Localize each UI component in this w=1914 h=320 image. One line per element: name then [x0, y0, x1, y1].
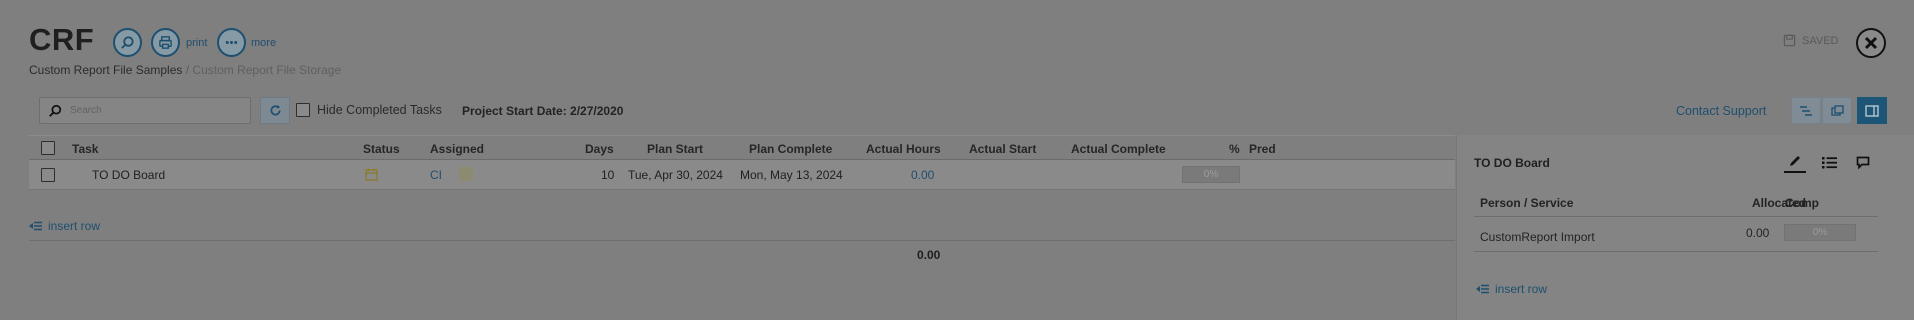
comments-tab[interactable]: [1852, 151, 1874, 173]
side-panel-view-button[interactable]: [1857, 97, 1887, 124]
column-header-actual-hours[interactable]: Actual Hours: [866, 142, 941, 156]
insert-row-button[interactable]: insert row: [29, 219, 100, 233]
breadcrumb-current: Custom Report File Storage: [192, 63, 342, 77]
comment-icon: [1856, 156, 1870, 169]
insert-row-icon: [1476, 284, 1489, 294]
save-icon: [1783, 34, 1796, 47]
task-name[interactable]: TO DO Board: [92, 168, 165, 182]
saved-label: SAVED: [1802, 34, 1839, 47]
edit-tab[interactable]: [1784, 151, 1806, 173]
select-all-checkbox[interactable]: [41, 141, 55, 155]
hide-completed-toggle[interactable]: Hide Completed Tasks: [296, 103, 442, 117]
column-header-person-service: Person / Service: [1480, 196, 1574, 210]
refresh-button[interactable]: [260, 97, 290, 124]
plan-start-value[interactable]: Tue, Apr 30, 2024: [628, 168, 723, 182]
column-header-comp-label: Comp: [1785, 196, 1819, 210]
plan-complete-value[interactable]: Mon, May 13, 2024: [740, 168, 843, 182]
calendar-icon[interactable]: [365, 168, 378, 186]
side-panel-header-row: Person / Service Allocated Comp: [1474, 184, 1878, 217]
print-icon: [159, 36, 172, 49]
breadcrumb-parent[interactable]: Custom Report File Samples: [29, 63, 182, 77]
resource-allocated[interactable]: 0.00: [1746, 226, 1769, 240]
totals-divider: [29, 240, 1455, 241]
total-actual-hours: 0.00: [917, 248, 941, 262]
assigned-swatch: [459, 167, 473, 181]
resource-row[interactable]: CustomReport Import 0.00 0%: [1474, 218, 1878, 252]
column-header-assigned[interactable]: Assigned: [430, 142, 484, 156]
print-button[interactable]: [151, 28, 180, 57]
side-panel-view-icon: [1865, 104, 1879, 117]
column-header-status[interactable]: Status: [363, 142, 400, 156]
print-label[interactable]: print: [186, 37, 207, 49]
row-checkbox[interactable]: [41, 168, 55, 182]
insert-row-icon: [29, 221, 42, 231]
more-icon: [225, 41, 238, 44]
gantt-view-icon: [1800, 105, 1812, 116]
copy-view-button[interactable]: [1822, 97, 1852, 124]
breadcrumb: Custom Report File Samples / Custom Repo…: [29, 63, 341, 77]
search-button[interactable]: [113, 28, 142, 57]
resource-comp-progress-bar[interactable]: 0%: [1784, 224, 1856, 241]
gantt-view-button[interactable]: [1791, 97, 1821, 124]
side-panel-insert-row-button[interactable]: insert row: [1476, 282, 1547, 296]
more-button[interactable]: [217, 28, 246, 57]
list-icon: [1821, 156, 1837, 168]
days-value[interactable]: 10: [601, 168, 614, 182]
saved-status: SAVED: [1783, 34, 1838, 47]
column-header-plan-complete[interactable]: Plan Complete: [749, 142, 832, 156]
search-icon: [121, 36, 134, 49]
breadcrumb-separator: /: [182, 63, 193, 77]
search-icon: [49, 104, 62, 117]
column-header-pred[interactable]: Pred: [1249, 142, 1276, 156]
insert-row-label[interactable]: insert row: [48, 219, 100, 233]
edit-icon: [1790, 156, 1800, 166]
search-box[interactable]: [39, 97, 251, 124]
column-header-task[interactable]: Task: [72, 142, 98, 156]
column-header-percent[interactable]: %: [1229, 142, 1240, 156]
column-header-actual-complete[interactable]: Actual Complete: [1071, 142, 1166, 156]
page-title: CRF: [29, 22, 95, 57]
column-header-plan-start[interactable]: Plan Start: [647, 142, 703, 156]
copy-view-icon: [1830, 104, 1844, 116]
column-header-days[interactable]: Days: [585, 142, 614, 156]
contact-support-link[interactable]: Contact Support: [1676, 104, 1766, 118]
close-icon: [1864, 36, 1878, 50]
resource-person[interactable]: CustomReport Import: [1480, 230, 1595, 244]
task-side-panel: TO DO Board Person / Service Allocated C…: [1456, 135, 1914, 320]
more-label[interactable]: more: [251, 37, 276, 49]
actual-hours-value[interactable]: 0.00: [911, 168, 934, 182]
list-tab[interactable]: [1818, 151, 1840, 173]
search-input[interactable]: [68, 104, 238, 117]
refresh-icon: [270, 104, 281, 116]
hide-completed-checkbox[interactable]: [296, 103, 310, 117]
project-start-date: Project Start Date: 2/27/2020: [462, 104, 624, 118]
percent-progress-bar[interactable]: 0%: [1182, 166, 1240, 183]
hide-completed-label[interactable]: Hide Completed Tasks: [317, 103, 442, 117]
column-header-actual-start[interactable]: Actual Start: [969, 142, 1036, 156]
side-panel-insert-row-label[interactable]: insert row: [1495, 282, 1547, 296]
table-header-row: Task Status Assigned Days Plan Start Pla…: [29, 135, 1455, 160]
table-row[interactable]: TO DO Board CI 10 Tue, Apr 30, 2024 Mon,…: [29, 160, 1455, 190]
side-panel-title: TO DO Board: [1474, 156, 1550, 170]
assigned-initials[interactable]: CI: [430, 168, 442, 182]
close-button[interactable]: [1856, 28, 1886, 58]
